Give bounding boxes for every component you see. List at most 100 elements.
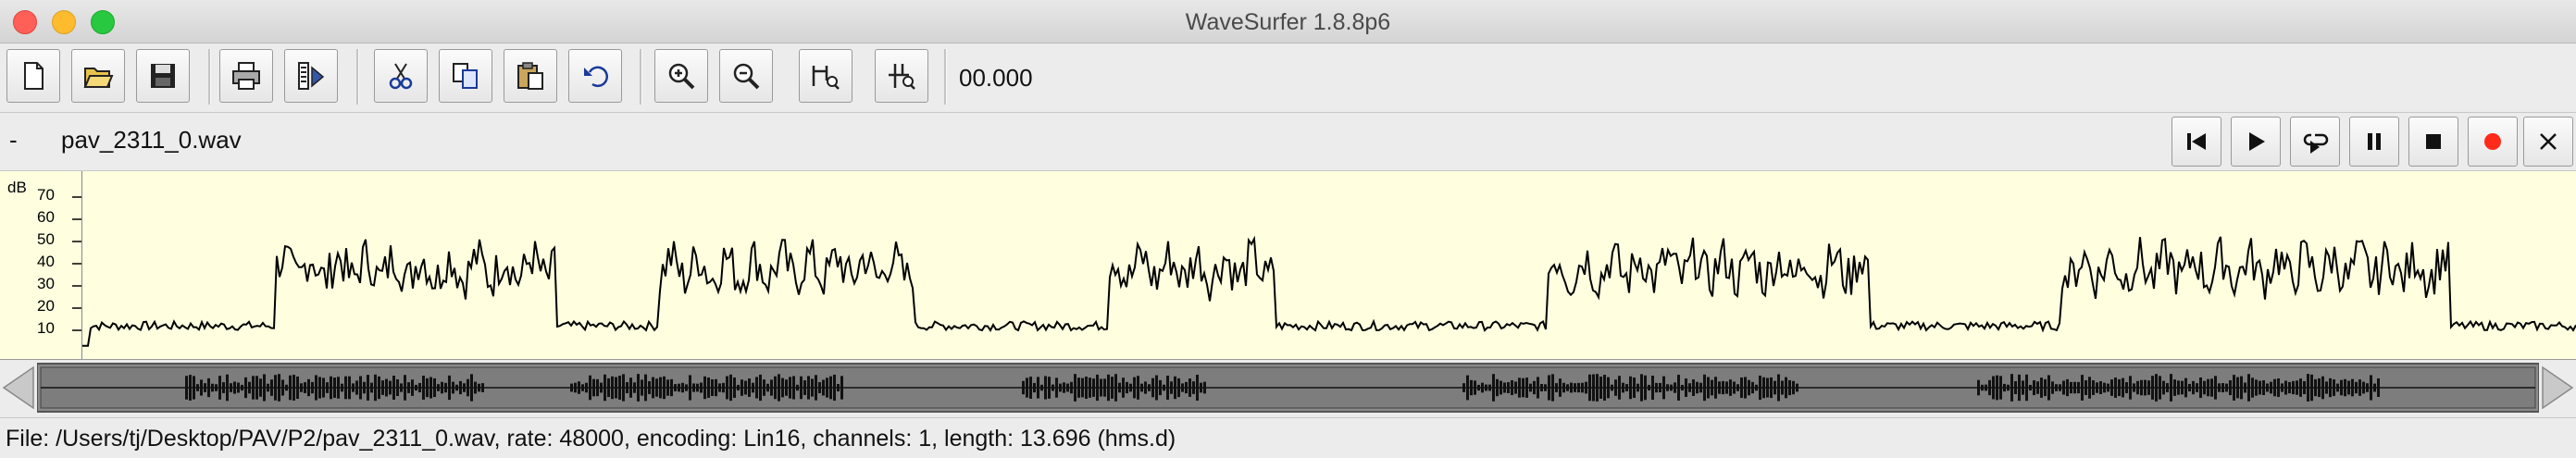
undo-button[interactable]	[568, 49, 622, 103]
overview-waveform-blob	[674, 384, 677, 391]
skip-to-start-button[interactable]	[2172, 117, 2221, 167]
overview-waveform-blob	[404, 375, 406, 401]
new-file-button[interactable]	[6, 49, 60, 103]
overview-waveform-blob	[1611, 384, 1613, 391]
overview-waveform-blob	[1503, 382, 1506, 393]
overview-waveform-blob	[1570, 382, 1573, 393]
overview-waveform-blob	[1785, 377, 1787, 399]
db-power-plot[interactable]: dB 70 60 50 40 30 20 10	[0, 171, 2576, 360]
overview-waveform-blob	[1129, 383, 1132, 392]
paste-button[interactable]	[504, 49, 557, 103]
play-button[interactable]	[2231, 117, 2281, 167]
overview-waveform-blob	[281, 379, 284, 396]
overview-waveform-blob	[341, 383, 343, 392]
overview-waveform-blob	[1151, 378, 1154, 398]
collapse-dash[interactable]: -	[9, 126, 18, 155]
pause-button[interactable]	[2349, 117, 2399, 167]
y-tick: 30	[37, 275, 55, 292]
overview-waveform-blob	[1588, 374, 1591, 402]
overview-waveform-blob	[2122, 378, 2124, 398]
overview-waveform-blob	[2296, 380, 2298, 395]
play-icon	[2249, 132, 2265, 151]
stop-button[interactable]	[2408, 117, 2458, 167]
overview-waveform-blob	[2207, 378, 2209, 397]
overview-waveform-blob	[1985, 384, 1987, 391]
overview-scrollbar[interactable]	[0, 360, 2576, 415]
overview-waveform-blob	[1070, 381, 1073, 394]
zoom-out-button[interactable]	[719, 49, 773, 103]
scroll-right-arrow-icon[interactable]	[2539, 360, 2576, 415]
overview-waveform-blob	[355, 380, 358, 395]
zoom-to-selection-button[interactable]	[799, 49, 852, 103]
overview-waveform-blob	[1203, 381, 1206, 394]
y-tick: 40	[37, 253, 55, 270]
overview-waveform-blob	[581, 384, 584, 391]
overview-waveform-blob	[1677, 375, 1680, 401]
overview-waveform-blob	[2170, 374, 2172, 402]
overview-waveform-blob	[2051, 381, 2054, 394]
overview-waveform-blob	[718, 383, 721, 392]
overview-waveform-blob	[1537, 377, 1539, 399]
overview-waveform-blob	[1796, 383, 1798, 392]
overview-waveform-blob	[800, 376, 803, 400]
overview-waveform-blob	[1659, 382, 1661, 393]
overview-waveform-blob	[467, 378, 469, 397]
status-text: File: /Users/tj/Desktop/PAV/P2/pav_2311_…	[6, 426, 1176, 452]
close-pane-button[interactable]	[2523, 117, 2573, 167]
overview-waveform-blob	[652, 377, 654, 399]
record-button[interactable]	[2468, 117, 2518, 167]
open-file-button[interactable]	[71, 49, 125, 103]
overview-waveform-blob	[1163, 384, 1165, 391]
overview-waveform-blob	[1185, 381, 1188, 394]
overview-waveform-blob	[2310, 374, 2313, 402]
overview-waveform-blob	[429, 377, 432, 399]
overview-waveform-blob	[1026, 378, 1028, 398]
overview-waveform-blob	[2114, 378, 2117, 398]
overview-waveform-blob	[2147, 380, 2150, 395]
overview-waveform-blob	[455, 384, 458, 391]
overview-waveform-blob	[1085, 377, 1088, 399]
overview-waveform-blob	[441, 381, 443, 394]
overview-waveform-blob	[1200, 382, 1202, 393]
overview-waveform-blob	[2177, 380, 2180, 395]
overview-waveform-blob	[1688, 383, 1691, 392]
overview-waveform-blob	[1614, 379, 1617, 396]
properties-button[interactable]	[284, 49, 338, 103]
overview-waveform-blob	[2318, 378, 2321, 398]
overview-waveform-blob	[344, 376, 347, 400]
overview-waveform-blob	[330, 376, 332, 400]
overview-waveform-blob	[1522, 378, 1524, 398]
overview-waveform-svg[interactable]	[37, 360, 2539, 415]
toolbar-separator	[356, 49, 359, 105]
play-loop-button[interactable]	[2290, 117, 2340, 167]
overview-waveform-blob	[2196, 383, 2198, 392]
overview-waveform-blob	[1992, 376, 1995, 400]
overview-waveform-blob	[592, 378, 595, 397]
overview-waveform-blob	[2355, 381, 2358, 394]
scroll-left-arrow-icon[interactable]	[0, 360, 37, 415]
overview-waveform-blob	[1192, 381, 1195, 394]
overview-waveform-blob	[1633, 378, 1636, 398]
overview-waveform-blob	[1714, 377, 1717, 399]
save-button[interactable]	[136, 49, 190, 103]
overview-waveform-blob	[1751, 381, 1754, 394]
copy-icon	[453, 63, 478, 89]
zoom-in-button[interactable]	[654, 49, 708, 103]
overview-waveform-blob	[637, 374, 640, 402]
overview-waveform-blob	[300, 383, 303, 392]
overview-waveform-blob	[1029, 377, 1032, 399]
overview-waveform-blob	[1507, 382, 1510, 393]
overview-waveform-blob	[1562, 382, 1565, 393]
overview-waveform-blob	[737, 384, 740, 391]
copy-button[interactable]	[439, 49, 492, 103]
cut-button[interactable]	[374, 49, 428, 103]
overview-waveform-blob	[703, 376, 706, 400]
overview-waveform-blob	[248, 381, 251, 394]
overview-waveform-blob	[396, 378, 399, 397]
zoom-fit-button[interactable]	[875, 49, 928, 103]
overview-waveform-blob	[2014, 381, 2017, 394]
overview-waveform-blob	[415, 384, 417, 391]
overview-waveform-blob	[2140, 379, 2143, 396]
print-button[interactable]	[219, 49, 273, 103]
overview-waveform-blob	[1555, 383, 1558, 392]
